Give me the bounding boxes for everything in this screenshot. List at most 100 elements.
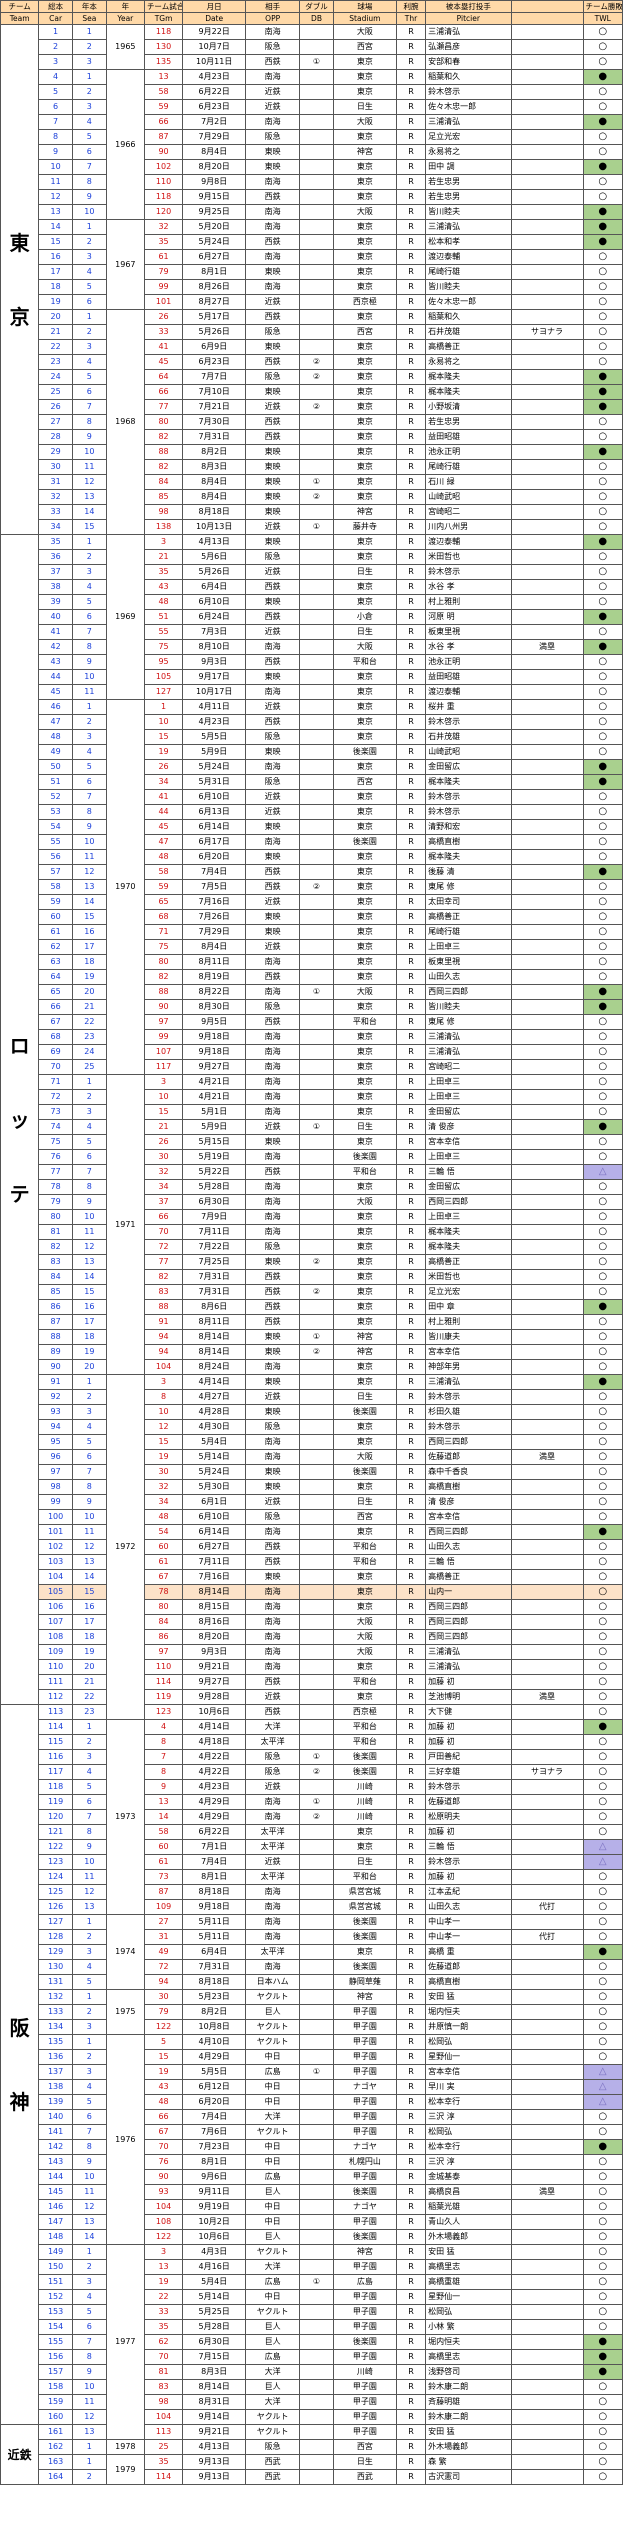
doubleheader-cell <box>299 1314 334 1330</box>
stadium-cell: 東京 <box>332 1659 397 1675</box>
note-cell <box>510 2244 584 2260</box>
opponent-cell: 南海 <box>245 1074 301 1090</box>
season-hr-cell: 7 <box>71 624 107 640</box>
throws-cell: R <box>395 2004 427 2020</box>
career-hr-cell: 111 <box>38 1674 73 1690</box>
team-game-cell: 35 <box>143 234 184 250</box>
table-row: 128 2 31 5月11日 南海 後楽園 R 中山孝一 代打 ○ <box>1 1929 623 1945</box>
stadium-cell: 日生 <box>332 1389 397 1405</box>
table-row: 95 5 15 5月4日 南海 東京 R 西岡三四郎 ○ <box>1 1434 623 1450</box>
opponent-cell: 西鉄 <box>245 714 301 730</box>
table-row: 69 24 107 9月18日 南海 東京 R 三浦清弘 ○ <box>1 1044 623 1060</box>
doubleheader-cell <box>299 249 334 265</box>
team-game-cell: 70 <box>143 2139 184 2155</box>
stadium-cell: 日生 <box>332 1494 397 1510</box>
year-cell: 1970 <box>105 699 145 1075</box>
team-game-cell: 60 <box>143 1839 184 1855</box>
season-hr-cell: 12 <box>71 1884 107 1900</box>
career-hr-cell: 70 <box>38 1059 73 1075</box>
season-hr-cell: 10 <box>71 1509 107 1525</box>
table-row: 114 1 1973 4 4月14日 大洋 平和台 R 加藤 初 ● <box>1 1719 623 1915</box>
pitcher-cell: 三輪 悟 <box>425 1839 512 1855</box>
table-row: 5 2 58 6月22日 近鉄 東京 R 鈴木啓示 ○ <box>1 84 623 100</box>
stadium-cell: 東京 <box>332 159 397 175</box>
result-cell: ○ <box>582 2124 623 2140</box>
team-game-cell: 107 <box>143 1044 184 1060</box>
throws-cell: R <box>395 849 427 865</box>
doubleheader-cell <box>299 1989 334 2005</box>
career-hr-cell: 23 <box>38 354 73 370</box>
note-cell <box>510 1554 584 1570</box>
table-row: 36 2 21 5月6日 阪急 東京 R 米田哲也 ○ <box>1 549 623 565</box>
season-hr-cell: 3 <box>71 99 107 115</box>
note-cell <box>510 1749 584 1765</box>
date-cell: 8月2日 <box>182 444 247 460</box>
table-row: 24 5 64 7月7日 阪急 ② 東京 R 梶本隆夫 ● <box>1 369 623 385</box>
career-hr-cell: 160 <box>38 2409 73 2425</box>
stadium-cell: 日生 <box>332 1854 397 1870</box>
pitcher-cell: 堀内恒夫 <box>425 2334 512 2350</box>
opponent-cell: 東映 <box>245 849 301 865</box>
date-cell: 7月7日 <box>182 369 247 385</box>
throws-cell: R <box>395 1419 427 1435</box>
opponent-cell: 西武 <box>245 2454 301 2470</box>
result-cell: ○ <box>582 1989 623 2005</box>
doubleheader-cell: ② <box>299 369 334 385</box>
season-hr-cell: 1 <box>71 24 107 40</box>
result-cell: ○ <box>582 1644 623 1660</box>
year-cell: 1971 <box>105 1074 145 1375</box>
result-cell: ○ <box>582 1089 623 1105</box>
result-cell: ○ <box>582 1254 623 1270</box>
result-cell: ○ <box>582 2439 623 2455</box>
team-game-cell: 22 <box>143 2289 184 2305</box>
note-cell <box>510 924 584 940</box>
pitcher-cell: 西岡三四郎 <box>425 1614 512 1630</box>
doubleheader-cell <box>299 2304 334 2320</box>
date-cell: 5月28日 <box>182 1179 247 1195</box>
doubleheader-cell: ① <box>299 1749 334 1765</box>
table-row: 141 7 67 7月6日 ヤクルト 甲子園 R 松岡弘 ○ <box>1 2124 623 2140</box>
throws-cell: R <box>395 489 427 505</box>
table-row: 65 20 88 8月22日 南海 ① 大阪 R 西岡三四郎 ● <box>1 984 623 1000</box>
doubleheader-cell <box>299 1029 334 1045</box>
throws-cell: R <box>395 2379 427 2395</box>
season-hr-cell: 1 <box>71 1719 107 1735</box>
date-cell: 10月6日 <box>182 1704 247 1720</box>
career-hr-cell: 75 <box>38 1134 73 1150</box>
team-game-cell: 61 <box>143 1854 184 1870</box>
team-game-cell: 102 <box>143 159 184 175</box>
stadium-cell: 甲子園 <box>332 2304 397 2320</box>
season-hr-cell: 1 <box>71 1989 107 2005</box>
opponent-cell: 西鉄 <box>245 54 301 70</box>
throws-cell: R <box>395 1524 427 1540</box>
date-cell: 5月25日 <box>182 2304 247 2320</box>
season-hr-cell: 11 <box>71 1524 107 1540</box>
note-cell <box>510 1344 584 1360</box>
throws-cell: R <box>395 1794 427 1810</box>
opponent-cell: 巨人 <box>245 2229 301 2245</box>
doubleheader-cell: ① <box>299 1794 334 1810</box>
note-cell <box>510 2454 584 2470</box>
date-cell: 4月23日 <box>182 714 247 730</box>
career-hr-cell: 106 <box>38 1599 73 1615</box>
result-cell: ● <box>582 759 623 775</box>
opponent-cell: 西鉄 <box>245 354 301 370</box>
season-hr-cell: 2 <box>71 2004 107 2020</box>
team-game-cell: 58 <box>143 864 184 880</box>
career-hr-cell: 97 <box>38 1464 73 1480</box>
career-hr-cell: 34 <box>38 519 73 535</box>
result-cell: ○ <box>582 459 623 475</box>
result-cell: ○ <box>582 2424 623 2440</box>
season-hr-cell: 7 <box>71 1464 107 1480</box>
career-hr-cell: 110 <box>38 1659 73 1675</box>
pitcher-cell: 安部和春 <box>425 54 512 70</box>
throws-cell: R <box>395 1074 427 1090</box>
date-cell: 5月9日 <box>182 1119 247 1135</box>
pitcher-cell: 三輪 悟 <box>425 1554 512 1570</box>
stadium-cell: 東京 <box>332 1359 397 1375</box>
date-cell: 9月27日 <box>182 1059 247 1075</box>
date-cell: 8月20日 <box>182 159 247 175</box>
season-hr-cell: 8 <box>71 2349 107 2365</box>
table-row: 122 9 60 7月1日 太平洋 東京 R 三輪 悟 △ <box>1 1839 623 1855</box>
throws-cell: R <box>395 1854 427 1870</box>
